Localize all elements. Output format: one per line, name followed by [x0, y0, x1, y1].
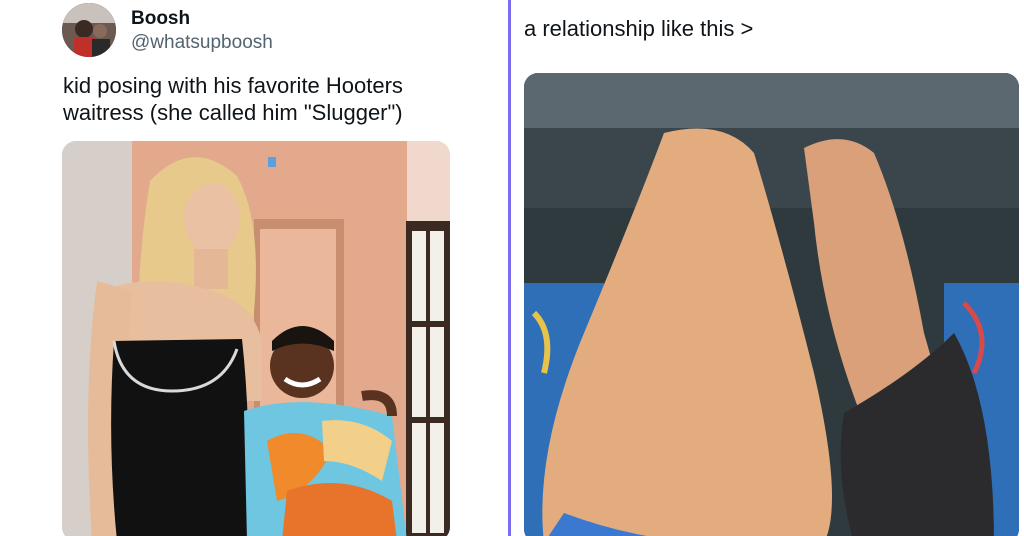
photo-illustration [62, 141, 450, 536]
display-name[interactable]: Boosh [131, 8, 190, 30]
photo-illustration [524, 73, 1019, 536]
meme-photo[interactable] [524, 73, 1019, 536]
user-handle[interactable]: @whatsupboosh [131, 32, 273, 54]
meme-panel: a relationship like this > [511, 0, 1024, 536]
avatar-image [62, 3, 116, 57]
meme-caption: a relationship like this > [524, 16, 754, 41]
profile-avatar[interactable] [62, 3, 116, 57]
tweet-photo[interactable] [62, 141, 450, 536]
tweet-panel: Boosh @whatsupboosh kid posing with his … [0, 0, 508, 536]
tweet-text: kid posing with his favorite Hooters wai… [63, 73, 403, 125]
